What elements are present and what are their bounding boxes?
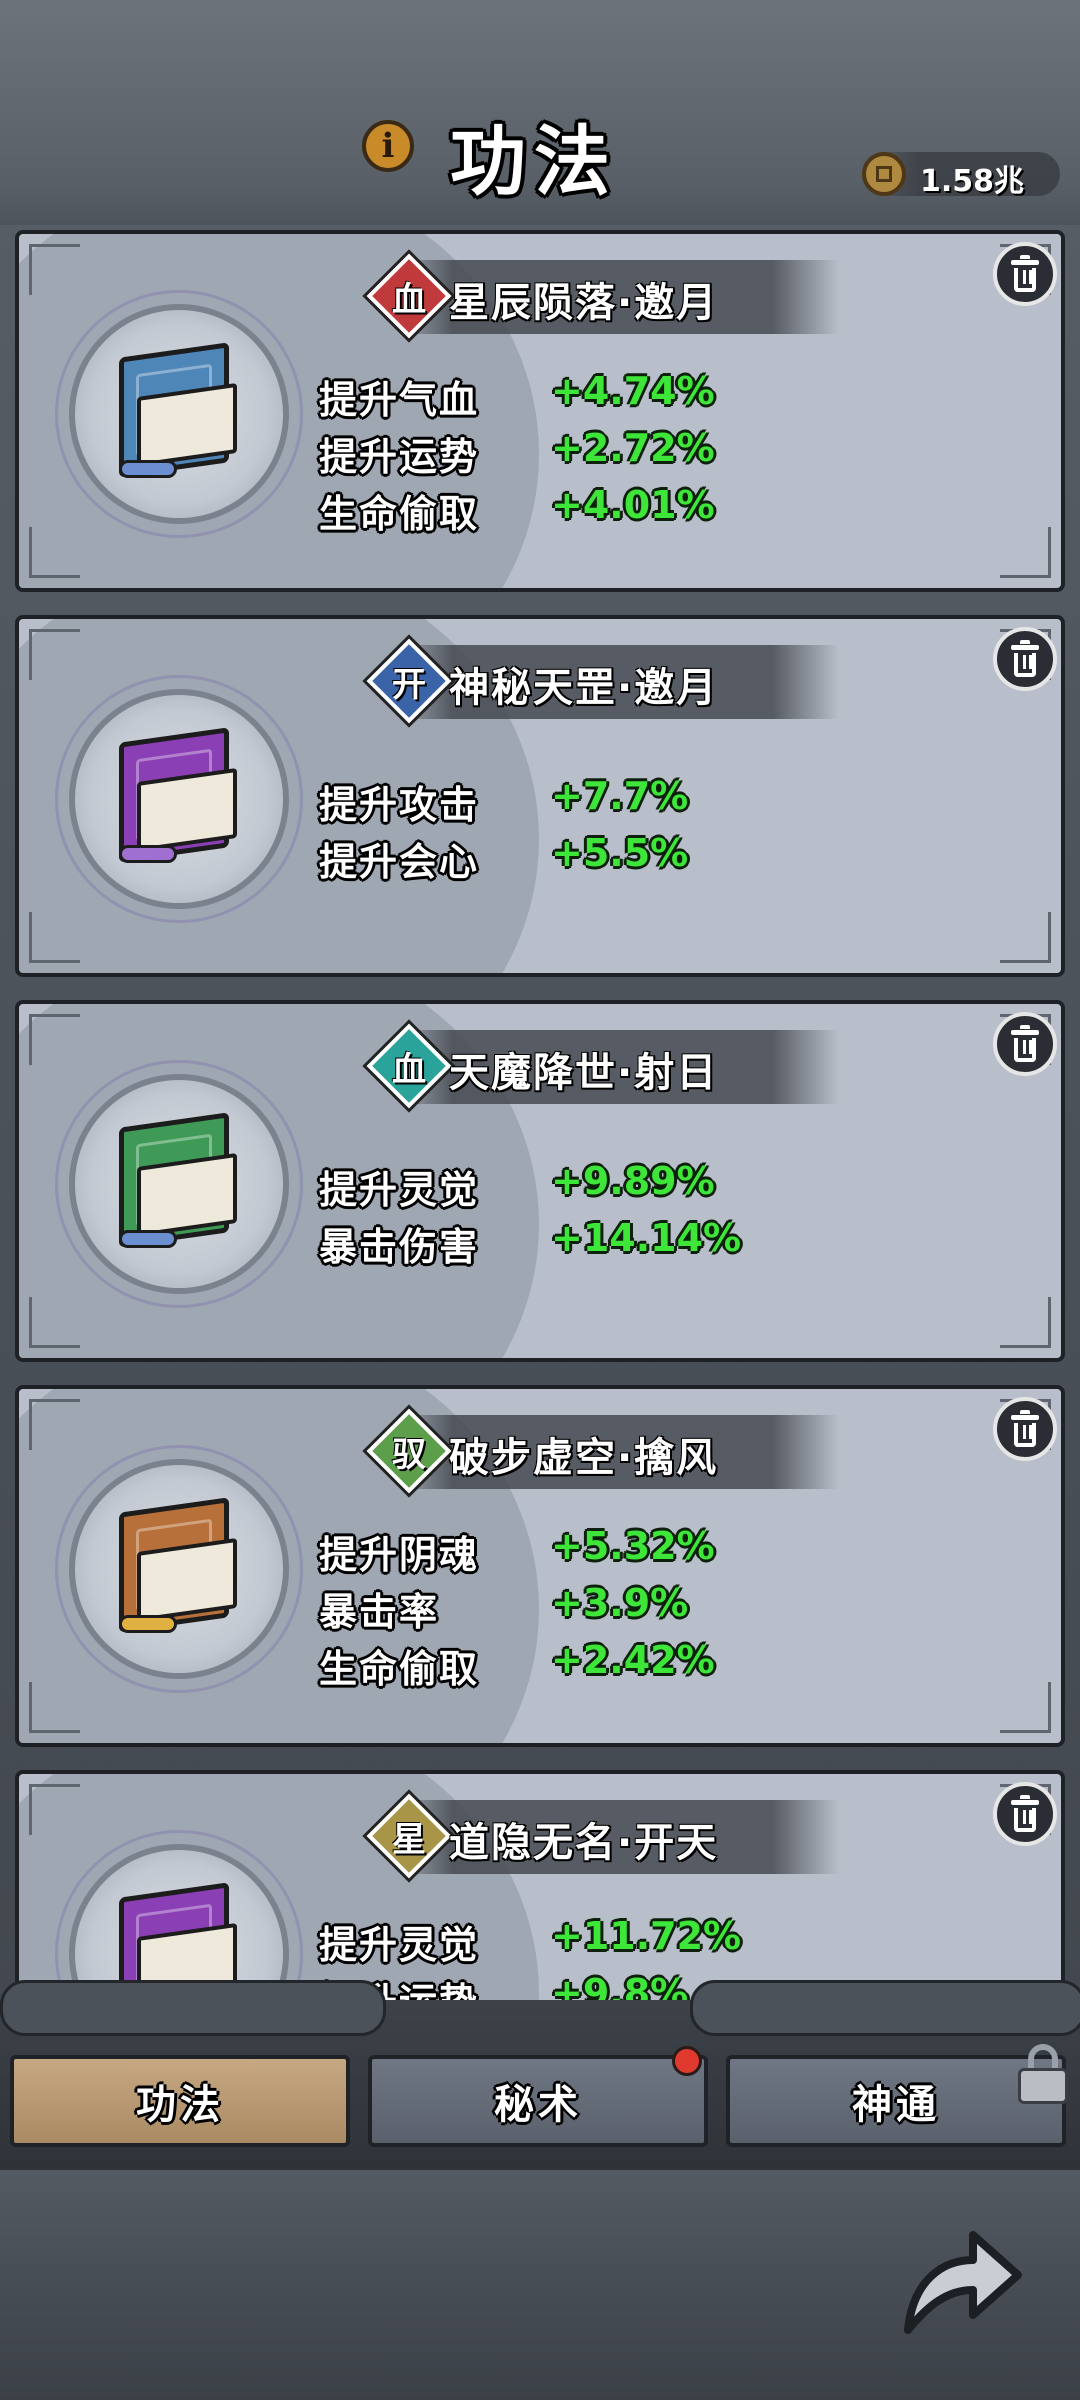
page-title: 功法 xyxy=(450,117,618,206)
stat-value: +2.42% xyxy=(551,1638,715,1682)
stats-list: 提升气血 +4.74% 提升运势 +2.72% 生命偷取 +4.01% xyxy=(319,369,1019,540)
stat-row: 提升阴魂 +5.32% xyxy=(319,1524,1019,1581)
stat-label: 暴击伤害 xyxy=(319,1225,480,1269)
header: i 功法 1.58兆 xyxy=(0,0,1080,225)
stat-label: 提升灵觉 xyxy=(319,1923,480,1967)
stat-value: +4.01% xyxy=(551,483,715,527)
book-icon[interactable] xyxy=(55,290,303,538)
tab-mishu[interactable]: 秘术 xyxy=(368,2055,708,2147)
stat-label: 提升运势 xyxy=(319,435,480,479)
stat-row: 提升灵觉 +11.72% xyxy=(319,1914,1019,1971)
technique-name: 破步虚空·擒风 xyxy=(449,1435,719,1481)
element-badge: 开 xyxy=(366,638,452,724)
stat-label: 提升会心 xyxy=(319,840,480,884)
coin-icon xyxy=(862,152,906,196)
notification-dot xyxy=(672,2046,702,2076)
stat-value: +14.14% xyxy=(551,1216,742,1260)
element-badge: 驭 xyxy=(366,1408,452,1494)
technique-card[interactable]: 血 星辰陨落·邀月 提升气血 +4.74% 提升运势 +2.72% 生命偷取 +… xyxy=(15,230,1065,592)
stat-row: 提升灵觉 +9.89% xyxy=(319,1159,1019,1216)
stat-value: +3.9% xyxy=(551,1581,689,1625)
stat-row: 提升气血 +4.74% xyxy=(319,369,1019,426)
lock-icon xyxy=(1018,2044,1068,2104)
element-badge: 血 xyxy=(366,1023,452,1109)
book-icon[interactable] xyxy=(55,1445,303,1693)
stat-label: 生命偷取 xyxy=(319,1647,480,1691)
stat-value: +11.72% xyxy=(551,1914,742,1958)
tab-shentong[interactable]: 神通 xyxy=(726,2055,1066,2147)
technique-card[interactable]: 开 神秘天罡·邀月 提升攻击 +7.7% 提升会心 +5.5% xyxy=(15,615,1065,977)
stat-row: 提升运势 +2.72% xyxy=(319,426,1019,483)
trash-icon[interactable] xyxy=(993,1012,1057,1076)
technique-name: 道隐无名·开天 xyxy=(449,1820,719,1866)
stat-value: +9.89% xyxy=(551,1159,715,1203)
stats-list: 提升攻击 +7.7% 提升会心 +5.5% xyxy=(319,774,1019,888)
stat-value: +5.5% xyxy=(551,831,689,875)
trash-icon[interactable] xyxy=(993,1782,1057,1846)
stat-row: 生命偷取 +4.01% xyxy=(319,483,1019,540)
trash-icon[interactable] xyxy=(993,242,1057,306)
stat-label: 提升灵觉 xyxy=(319,1168,480,1212)
stat-row: 暴击率 +3.9% xyxy=(319,1581,1019,1638)
stat-row: 生命偷取 +2.42% xyxy=(319,1638,1019,1695)
trash-icon[interactable] xyxy=(993,1397,1057,1461)
technique-name: 天魔降世·射日 xyxy=(449,1050,719,1096)
info-icon[interactable]: i xyxy=(362,120,414,172)
technique-card[interactable]: 驭 破步虚空·擒风 提升阴魂 +5.32% 暴击率 +3.9% 生命偷取 +2.… xyxy=(15,1385,1065,1747)
currency-display: 1.58兆 xyxy=(860,152,1060,199)
element-badge: 血 xyxy=(366,253,452,339)
technique-name: 星辰陨落·邀月 xyxy=(449,280,719,326)
stat-label: 生命偷取 xyxy=(319,492,480,536)
book-icon[interactable] xyxy=(55,1060,303,1308)
stat-row: 暴击伤害 +14.14% xyxy=(319,1216,1019,1273)
stat-label: 暴击率 xyxy=(319,1590,440,1634)
stat-row: 提升会心 +5.5% xyxy=(319,831,1019,888)
trash-icon[interactable] xyxy=(993,627,1057,691)
currency-value: 1.58兆 xyxy=(920,164,1025,199)
stats-list: 提升阴魂 +5.32% 暴击率 +3.9% 生命偷取 +2.42% xyxy=(319,1524,1019,1695)
tab-gongfa[interactable]: 功法 xyxy=(10,2055,350,2147)
stat-label: 提升阴魂 xyxy=(319,1533,480,1577)
stat-value: +7.7% xyxy=(551,774,689,818)
stat-value: +5.32% xyxy=(551,1524,715,1568)
book-icon[interactable] xyxy=(55,675,303,923)
stat-value: +4.74% xyxy=(551,369,715,413)
element-badge: 星 xyxy=(366,1793,452,1879)
stat-value: +2.72% xyxy=(551,426,715,470)
stats-list: 提升灵觉 +9.89% 暴击伤害 +14.14% xyxy=(319,1159,1019,1273)
technique-card[interactable]: 血 天魔降世·射日 提升灵觉 +9.89% 暴击伤害 +14.14% xyxy=(15,1000,1065,1362)
back-arrow-icon[interactable] xyxy=(888,2210,1028,2350)
technique-name: 神秘天罡·邀月 xyxy=(449,665,719,711)
stat-label: 提升攻击 xyxy=(319,783,480,827)
technique-list[interactable]: 血 星辰陨落·邀月 提升气血 +4.74% 提升运势 +2.72% 生命偷取 +… xyxy=(0,225,1080,2025)
bottom-tab-bar: 功法 秘术 神通 xyxy=(0,1980,1080,2170)
stat-row: 提升攻击 +7.7% xyxy=(319,774,1019,831)
stat-label: 提升气血 xyxy=(319,378,480,422)
